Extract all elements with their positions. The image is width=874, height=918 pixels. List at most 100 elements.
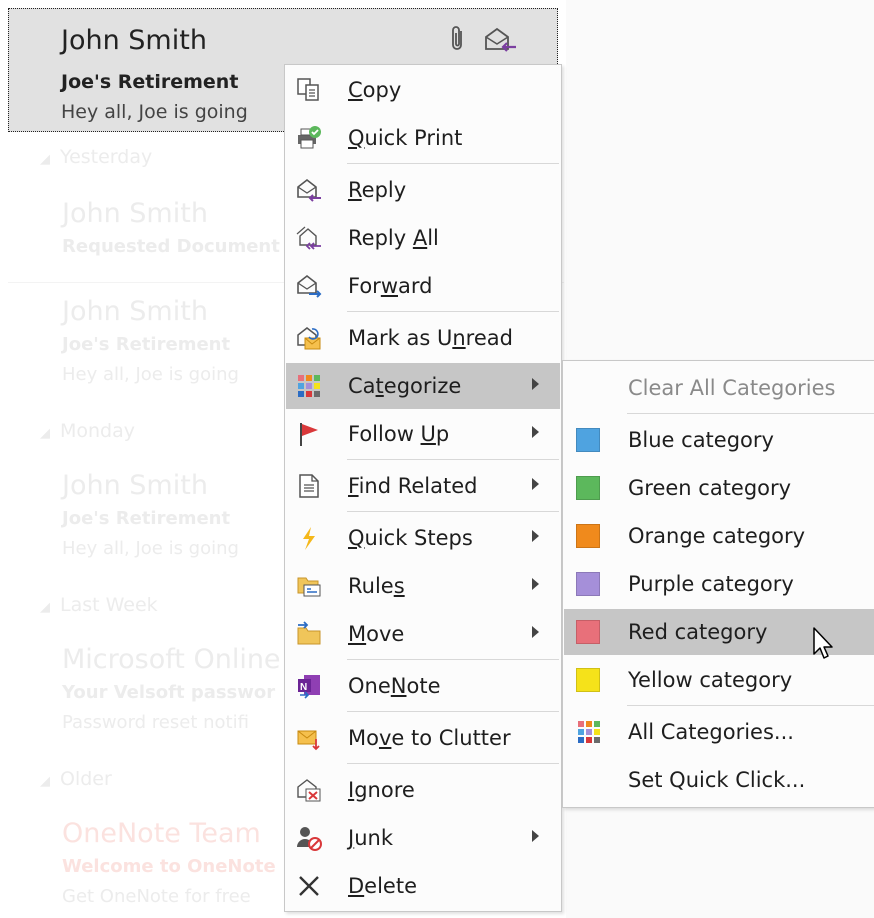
menu-item-label: Move to Clutter bbox=[348, 726, 511, 750]
menu-separator bbox=[627, 413, 874, 414]
menu-item-label: Yellow category bbox=[628, 668, 793, 692]
menu-item-quick-print[interactable]: Quick Print bbox=[286, 115, 560, 161]
message-sender: John Smith bbox=[62, 470, 208, 501]
reply-all-icon bbox=[296, 225, 322, 251]
message-subject: Your Velsoft passwor bbox=[62, 682, 276, 703]
reply-icon bbox=[296, 177, 322, 203]
menu-item-label: Set Quick Click... bbox=[628, 768, 806, 792]
delete-icon bbox=[296, 873, 322, 899]
submenu-arrow-icon bbox=[532, 378, 539, 390]
lightning-icon bbox=[296, 525, 322, 551]
flag-icon bbox=[296, 421, 322, 447]
menu-item-orange-category[interactable]: Orange category bbox=[564, 513, 874, 559]
mark-unread-icon bbox=[296, 325, 322, 351]
message-subject: Requested Document bbox=[62, 236, 280, 257]
menu-item-purple-category[interactable]: Purple category bbox=[564, 561, 874, 607]
message-sender: John Smith bbox=[62, 198, 208, 229]
menu-separator bbox=[347, 163, 559, 164]
attachment-icon bbox=[449, 25, 467, 59]
menu-separator bbox=[347, 659, 559, 660]
message-subject: Joe's Retirement bbox=[61, 71, 239, 93]
ignore-icon bbox=[296, 777, 322, 803]
orange-swatch-icon bbox=[576, 524, 600, 548]
menu-item-label: Purple category bbox=[628, 572, 794, 596]
mouse-cursor-icon bbox=[812, 626, 836, 666]
quick-print-icon bbox=[296, 125, 322, 151]
message-subject: Welcome to OneNote bbox=[62, 856, 276, 877]
menu-item-clear-all-categories[interactable]: Clear All Categories bbox=[564, 365, 874, 411]
menu-item-rules[interactable]: Rules bbox=[286, 563, 560, 609]
menu-item-follow-up[interactable]: Follow Up bbox=[286, 411, 560, 457]
svg-text:N: N bbox=[300, 682, 307, 693]
blue-swatch-icon bbox=[576, 428, 600, 452]
yellow-swatch-icon bbox=[576, 668, 600, 692]
menu-item-label: Clear All Categories bbox=[628, 376, 836, 400]
menu-item-all-categories[interactable]: All Categories... bbox=[564, 709, 874, 755]
submenu-arrow-icon bbox=[532, 478, 539, 490]
group-header-last-week[interactable]: ◢ Last Week bbox=[40, 594, 158, 616]
menu-item-junk[interactable]: Junk bbox=[286, 815, 560, 861]
message-sender: OneNote Team bbox=[62, 818, 261, 849]
menu-item-label: Junk bbox=[348, 826, 393, 850]
purple-swatch-icon bbox=[576, 572, 600, 596]
menu-item-reply-all[interactable]: Reply All bbox=[286, 215, 560, 261]
menu-item-forward[interactable]: Forward bbox=[286, 263, 560, 309]
menu-item-label: Ignore bbox=[348, 778, 415, 802]
menu-separator bbox=[347, 459, 559, 460]
message-subject: Joe's Retirement bbox=[62, 508, 231, 529]
menu-item-categorize[interactable]: Categorize bbox=[286, 363, 560, 409]
group-header-yesterday[interactable]: ◢ Yesterday bbox=[40, 146, 152, 168]
menu-item-mark-unread[interactable]: Mark as Unread bbox=[286, 315, 560, 361]
menu-item-label: Move bbox=[348, 622, 405, 646]
submenu-arrow-icon bbox=[532, 830, 539, 842]
message-preview: Password reset notifi bbox=[62, 712, 249, 733]
submenu-arrow-icon bbox=[532, 578, 539, 590]
clutter-icon bbox=[296, 725, 322, 751]
menu-separator bbox=[627, 705, 874, 706]
menu-separator bbox=[347, 763, 559, 764]
message-sender: Microsoft Online bbox=[62, 644, 281, 675]
menu-item-label: Reply All bbox=[348, 226, 439, 250]
message-sender: John Smith bbox=[62, 296, 208, 327]
menu-item-quick-steps[interactable]: Quick Steps bbox=[286, 515, 560, 561]
menu-item-set-quick-click[interactable]: Set Quick Click... bbox=[564, 757, 874, 803]
menu-item-blue-category[interactable]: Blue category bbox=[564, 417, 874, 463]
menu-item-label: Blue category bbox=[628, 428, 774, 452]
group-header-older[interactable]: ◢ Older bbox=[40, 768, 112, 790]
context-menu: Copy Quick Print Reply Reply All Forward… bbox=[284, 64, 562, 912]
copy-icon bbox=[296, 77, 322, 103]
menu-item-find-related[interactable]: Find Related bbox=[286, 463, 560, 509]
menu-item-green-category[interactable]: Green category bbox=[564, 465, 874, 511]
menu-item-label: Mark as Unread bbox=[348, 326, 513, 350]
menu-separator bbox=[347, 711, 559, 712]
message-subject: Joe's Retirement bbox=[62, 334, 231, 355]
find-related-icon bbox=[296, 473, 322, 499]
categorize-submenu: Clear All Categories Blue category Green… bbox=[562, 360, 874, 808]
menu-item-copy[interactable]: Copy bbox=[286, 67, 560, 113]
menu-item-label: OneNote bbox=[348, 674, 441, 698]
replied-icon bbox=[483, 25, 517, 59]
forward-icon bbox=[296, 273, 322, 299]
menu-item-label: Quick Print bbox=[348, 126, 463, 150]
menu-item-label: Categorize bbox=[348, 374, 462, 398]
submenu-arrow-icon bbox=[532, 530, 539, 542]
move-folder-icon bbox=[296, 621, 322, 647]
menu-item-move[interactable]: Move bbox=[286, 611, 560, 657]
menu-item-label: Reply bbox=[348, 178, 407, 202]
menu-item-move-to-clutter[interactable]: Move to Clutter bbox=[286, 715, 560, 761]
submenu-arrow-icon bbox=[532, 426, 539, 438]
message-preview: Hey all, Joe is going bbox=[61, 101, 248, 123]
menu-item-label: Copy bbox=[348, 78, 402, 102]
junk-icon bbox=[296, 825, 322, 851]
menu-item-onenote[interactable]: N OneNote bbox=[286, 663, 560, 709]
menu-item-delete[interactable]: Delete bbox=[286, 863, 560, 909]
message-preview: Get OneNote for free bbox=[62, 886, 251, 907]
menu-item-ignore[interactable]: Ignore bbox=[286, 767, 560, 813]
menu-item-label: Follow Up bbox=[348, 422, 450, 446]
menu-item-reply[interactable]: Reply bbox=[286, 167, 560, 213]
message-preview: Hey all, Joe is going bbox=[62, 364, 239, 385]
menu-item-label: Green category bbox=[628, 476, 792, 500]
group-header-monday[interactable]: ◢ Monday bbox=[40, 420, 135, 442]
red-swatch-icon bbox=[576, 620, 600, 644]
menu-item-label: Quick Steps bbox=[348, 526, 473, 550]
